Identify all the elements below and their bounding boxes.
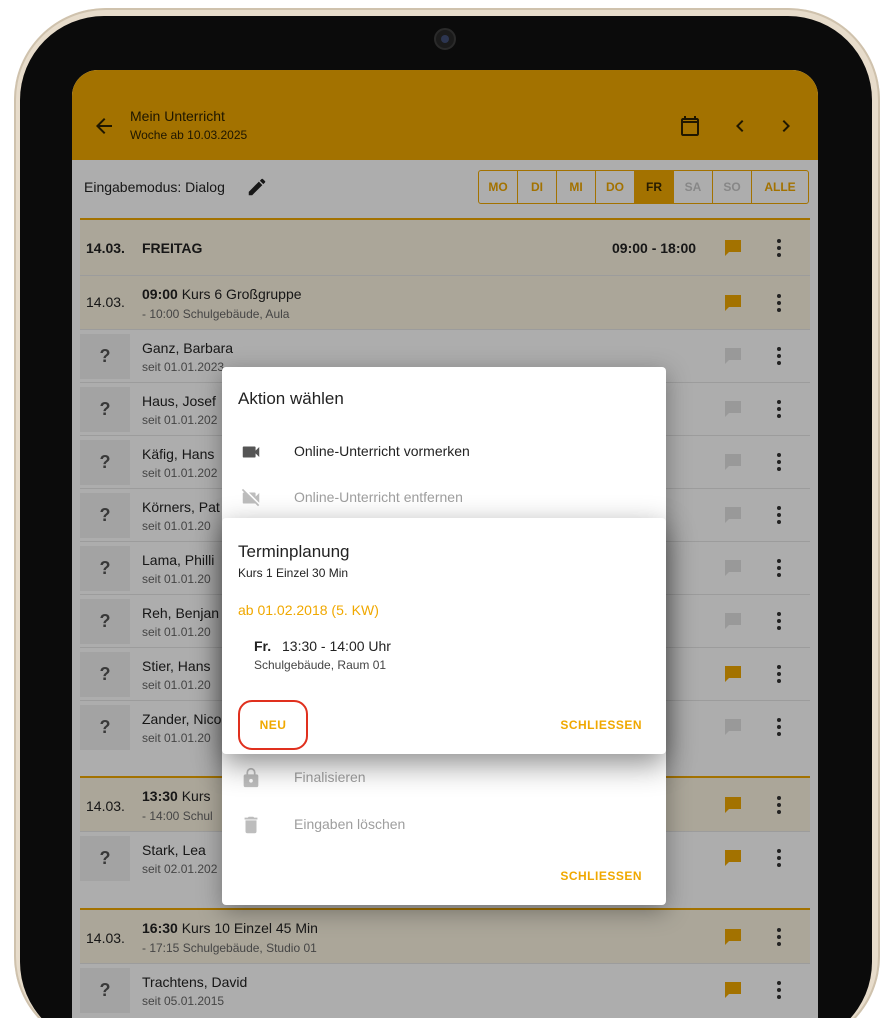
schedule-time: 13:30 - 14:00 Uhr (282, 638, 391, 654)
action-close-button[interactable]: SCHLIESSEN (560, 869, 642, 883)
action-label: Finalisieren (294, 769, 366, 785)
action-finalize[interactable]: Finalisieren (222, 755, 666, 801)
schedule-weekday: Fr. (254, 638, 272, 654)
action-online-remove[interactable]: Online-Unterricht entfernen (222, 475, 666, 521)
schedule-close-button[interactable]: SCHLIESSEN (560, 718, 642, 732)
action-label: Online-Unterricht vormerken (294, 443, 470, 459)
new-button[interactable]: NEU (238, 700, 308, 750)
schedule-location: Schulgebäude, Raum 01 (254, 658, 387, 672)
action-label: Eingaben löschen (294, 816, 406, 832)
camera-icon (434, 28, 456, 50)
app-screen: Mein Unterricht Woche ab 10.03.2025 Eing… (72, 70, 818, 1018)
schedule-dialog: Terminplanung Kurs 1 Einzel 30 Min ab 01… (222, 518, 666, 754)
action-dialog-title: Aktion wählen (238, 389, 344, 408)
video-off-icon (241, 488, 260, 507)
trash-icon (244, 816, 258, 834)
action-clear-input[interactable]: Eingaben löschen (222, 802, 666, 848)
schedule-start: ab 01.02.2018 (5. KW) (238, 602, 379, 618)
video-camera-icon (242, 446, 260, 458)
lock-icon (243, 767, 259, 788)
action-label: Online-Unterricht entfernen (294, 489, 463, 505)
schedule-course: Kurs 1 Einzel 30 Min (238, 566, 349, 580)
schedule-title: Terminplanung (238, 542, 350, 561)
action-online-add[interactable]: Online-Unterricht vormerken (222, 429, 666, 475)
